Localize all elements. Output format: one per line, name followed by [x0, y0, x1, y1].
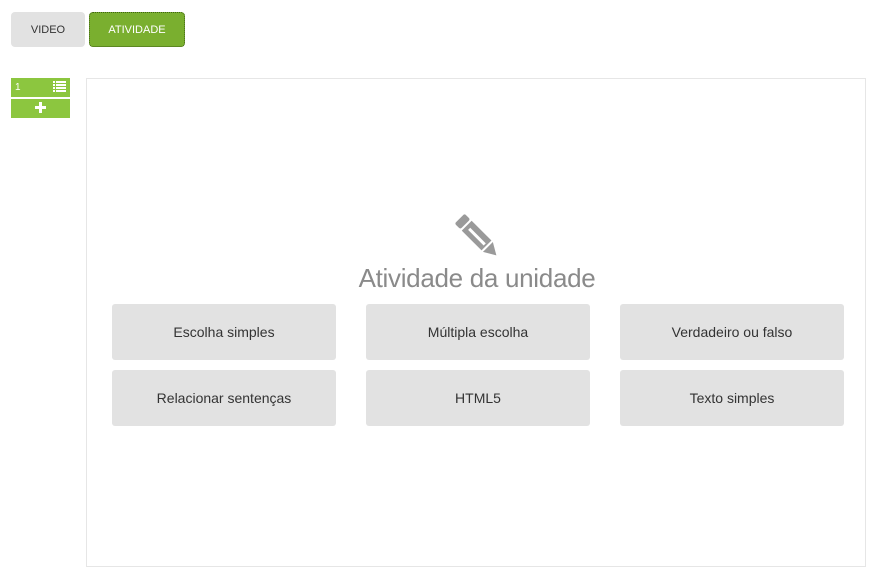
activity-panel: Atividade da unidade Escolha simples Múl…: [86, 78, 866, 567]
tab-atividade[interactable]: ATIVIDADE: [89, 12, 185, 47]
option-html5[interactable]: HTML5: [366, 370, 590, 426]
option-multipla-escolha[interactable]: Múltipla escolha: [366, 304, 590, 360]
pencil-icon: [452, 211, 504, 263]
slide-item-1[interactable]: 1: [11, 78, 70, 97]
option-escolha-simples[interactable]: Escolha simples: [112, 304, 336, 360]
option-texto-simples[interactable]: Texto simples: [620, 370, 844, 426]
slide-number: 1: [15, 82, 21, 93]
plus-icon: [35, 100, 46, 118]
list-icon: [53, 80, 66, 95]
activity-title: Atividade da unidade: [358, 263, 596, 293]
tab-video[interactable]: VIDEO: [11, 12, 85, 47]
slide-navigator: 1: [11, 78, 70, 118]
option-verdadeiro-ou-falso[interactable]: Verdadeiro ou falso: [620, 304, 844, 360]
add-slide-button[interactable]: [11, 99, 70, 118]
option-relacionar-sentencas[interactable]: Relacionar sentenças: [112, 370, 336, 426]
